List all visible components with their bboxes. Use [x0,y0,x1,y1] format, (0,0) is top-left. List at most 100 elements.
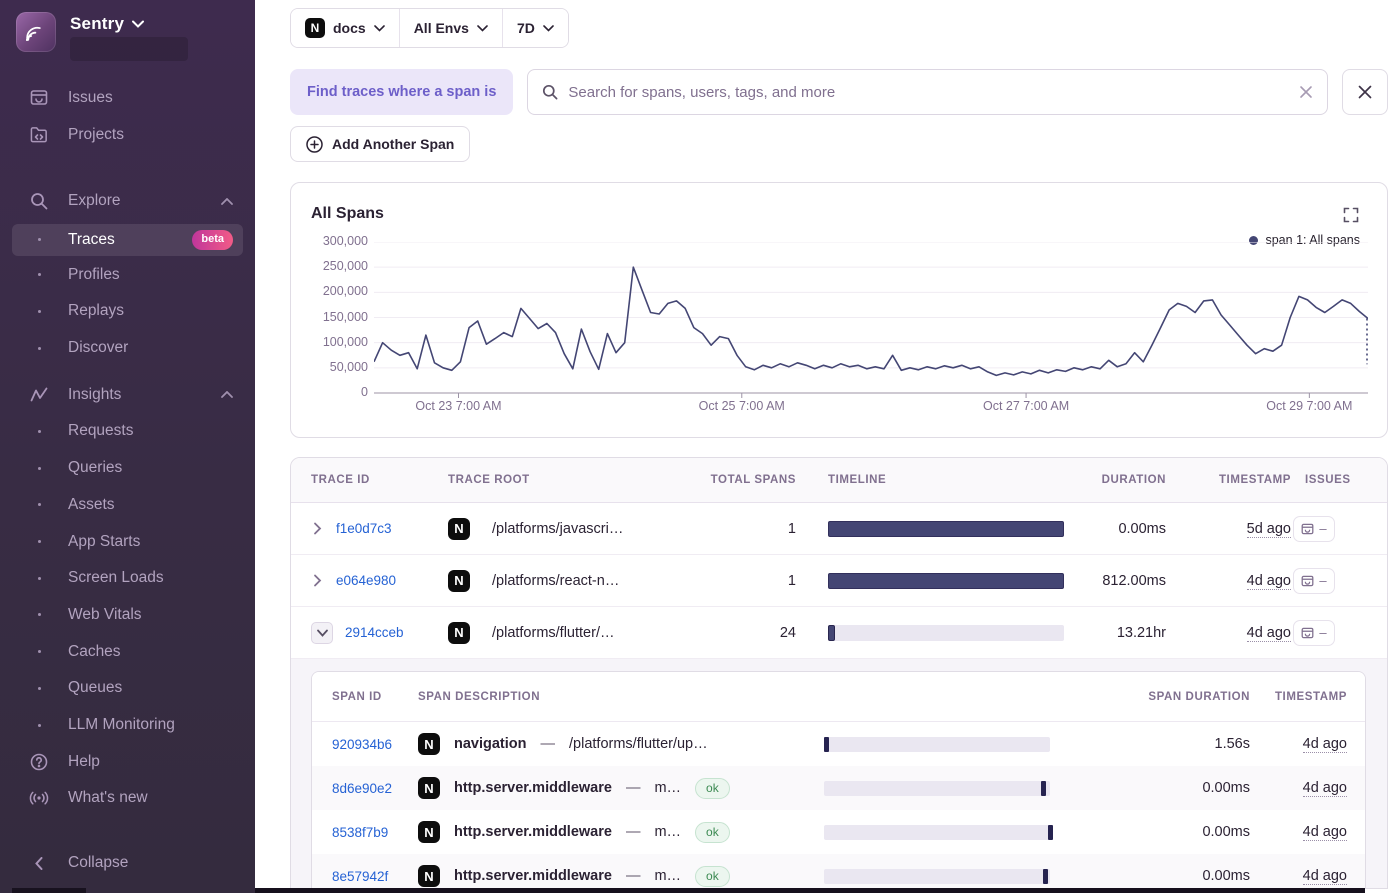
span-status-badge: ok [695,866,730,887]
total-spans-value: 24 [696,625,796,641]
sidebar-section-insights[interactable]: Insights [12,381,243,409]
issues-button[interactable]: – [1293,516,1335,542]
col-issues: ISSUES [1291,474,1377,486]
sidebar-item-screen-loads[interactable]: Screen Loads [12,564,243,592]
search-box[interactable] [527,69,1328,115]
chevron-down-icon [374,25,385,32]
nextjs-platform-icon: N [418,777,440,799]
bullet-dot [28,310,50,313]
span-timestamp-value[interactable]: 4d ago [1303,780,1347,797]
environment-filter[interactable]: All Envs [399,9,502,47]
issues-icon [1301,575,1314,587]
remove-span-filter-button[interactable] [1342,69,1388,115]
timestamp-value[interactable]: 4d ago [1247,625,1291,642]
sidebar-item-queues[interactable]: Queues [12,675,243,703]
bullet-dot [28,467,50,470]
col-trace-root: TRACE ROOT [448,474,696,486]
find-traces-chip: Find traces where a span is [290,69,513,115]
sidebar-item-profiles[interactable]: Profiles [12,261,243,289]
span-timeline-cell [812,869,1062,884]
col-span-description: SPAN DESCRIPTION [418,691,812,703]
search-input[interactable] [568,84,1289,101]
span-id-link[interactable]: 8e57942f [332,869,418,884]
clipped-text-fragment [12,888,86,893]
sidebar-item-label: What's new [68,789,148,807]
sidebar-item-label: LLM Monitoring [68,716,175,734]
sidebar-item-whats-new[interactable]: What's new [12,785,243,813]
timestamp-value[interactable]: 5d ago [1247,521,1291,538]
duration-value: 812.00ms [1064,573,1166,589]
nextjs-platform-icon: N [418,821,440,843]
sidebar-item-queries[interactable]: Queries [12,454,243,482]
expand-row-button[interactable] [311,520,324,537]
dash-separator: — [626,780,641,796]
x-axis-tick: Oct 23 7:00 AM [415,399,501,413]
span-duration-value: 0.00ms [1062,824,1250,840]
broadcast-icon [28,790,50,806]
trace-id-link[interactable]: e064e980 [336,573,396,588]
insights-icon [28,387,50,403]
beta-badge: beta [192,230,233,250]
org-switcher[interactable]: Sentry [70,12,188,61]
table-row-expanded: 2914cceb N /platforms/flutter/… 24 13.21… [291,607,1387,659]
sidebar-item-label: Web Vitals [68,606,142,624]
sidebar-item-issues[interactable]: Issues [12,84,243,112]
sidebar-item-llm-monitoring[interactable]: LLM Monitoring [12,711,243,739]
sidebar-item-web-vitals[interactable]: Web Vitals [12,601,243,629]
date-range-filter[interactable]: 7D [502,9,568,47]
issues-button[interactable]: – [1293,568,1335,594]
sidebar-item-replays[interactable]: Replays [12,297,243,325]
x-axis-tick: Oct 27 7:00 AM [983,399,1069,413]
fullscreen-icon[interactable] [1343,207,1359,223]
span-id-link[interactable]: 8d6e90e2 [332,781,418,796]
all-spans-chart-panel: All Spans span 1: All spans 300,000 250,… [290,182,1388,438]
sentry-logo[interactable] [16,12,56,52]
span-timestamp-value[interactable]: 4d ago [1303,736,1347,753]
span-id-link[interactable]: 8538f7b9 [332,825,418,840]
col-span-id: SPAN ID [332,691,418,703]
expanded-trace-panel: SPAN ID SPAN DESCRIPTION SPAN DURATION T… [291,659,1387,889]
issues-icon [28,89,50,106]
sidebar-collapse-button[interactable]: Collapse [12,849,243,877]
sidebar-item-assets[interactable]: Assets [12,491,243,519]
span-description: m… [654,824,681,840]
project-filter-value: docs [333,20,366,36]
project-filter[interactable]: N docs [291,9,399,47]
trace-id-link[interactable]: f1e0d7c3 [336,521,392,536]
sidebar-item-traces[interactable]: Traces beta [12,224,243,256]
sidebar-item-projects[interactable]: Projects [12,121,243,149]
clear-search-button[interactable] [1299,85,1313,99]
span-id-link[interactable]: 920934b6 [332,737,418,752]
col-total-spans: TOTAL SPANS [696,474,796,486]
span-timestamp-value[interactable]: 4d ago [1303,868,1347,885]
span-timeline-cell [812,737,1062,752]
sidebar-item-requests[interactable]: Requests [12,418,243,446]
span-row: 8d6e90e2 N http.server.middleware — m… o… [312,766,1365,810]
y-axis-tick: 0 [291,385,368,399]
spans-line-chart[interactable] [374,242,1368,400]
environment-filter-value: All Envs [414,20,469,36]
sidebar-item-discover[interactable]: Discover [12,334,243,362]
issues-icon [1301,523,1314,535]
chevron-down-icon [543,25,554,32]
issues-button[interactable]: – [1293,620,1335,646]
sidebar-item-app-starts[interactable]: App Starts [12,528,243,556]
trace-id-link[interactable]: 2914cceb [345,625,404,640]
span-timeline-track [824,869,1050,884]
span-status-badge: ok [695,778,730,799]
sidebar-item-label: Issues [68,89,113,107]
span-timeline-cell [812,781,1062,796]
col-timeline: TIMELINE [796,474,1064,486]
add-another-span-button[interactable]: Add Another Span [290,126,470,162]
col-span-duration: SPAN DURATION [1062,691,1250,703]
span-op: http.server.middleware [454,824,612,840]
span-timestamp-value[interactable]: 4d ago [1303,824,1347,841]
collapse-row-button[interactable] [311,622,333,644]
timestamp-value[interactable]: 4d ago [1247,573,1291,590]
dash-separator: — [626,868,641,884]
expand-row-button[interactable] [311,572,324,589]
sidebar-item-label: Assets [68,496,115,514]
sidebar-item-help[interactable]: Help [12,748,243,776]
sidebar-section-explore[interactable]: Explore [12,187,243,215]
sidebar-item-caches[interactable]: Caches [12,638,243,666]
